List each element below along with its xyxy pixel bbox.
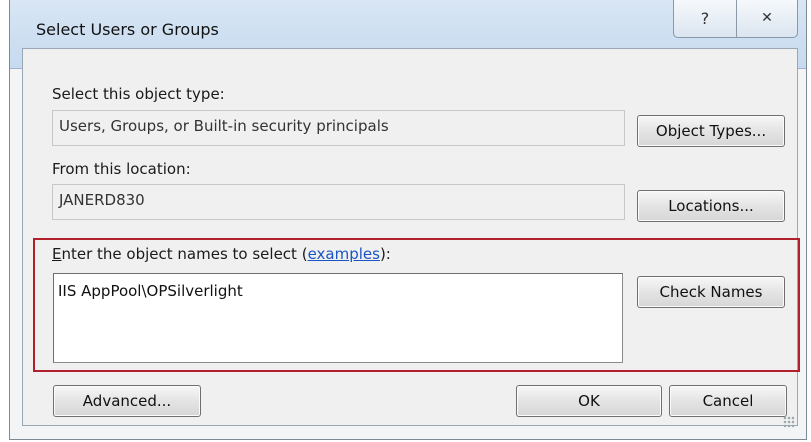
- location-value: JANERD830: [59, 191, 145, 209]
- object-types-button[interactable]: Object Types...: [637, 115, 785, 147]
- advanced-button[interactable]: Advanced...: [53, 385, 201, 417]
- resize-grip-icon[interactable]: [783, 416, 795, 428]
- location-label: From this location:: [52, 160, 191, 178]
- object-type-value: Users, Groups, or Built-in security prin…: [59, 117, 389, 135]
- object-type-field: Users, Groups, or Built-in security prin…: [52, 110, 625, 146]
- object-names-input[interactable]: [53, 273, 623, 363]
- location-field: JANERD830: [52, 184, 625, 220]
- help-icon: ?: [700, 8, 710, 28]
- object-names-label-suffix: ):: [379, 245, 391, 263]
- close-icon: ✕: [761, 10, 773, 26]
- examples-link[interactable]: examples: [308, 245, 380, 263]
- locations-button[interactable]: Locations...: [637, 190, 785, 222]
- object-names-label-text: Enter the object names to select (: [52, 245, 308, 263]
- cancel-button[interactable]: Cancel: [669, 385, 787, 417]
- object-names-label: Enter the object names to select (exampl…: [52, 245, 391, 263]
- check-names-button[interactable]: Check Names: [637, 276, 785, 308]
- ok-button[interactable]: OK: [516, 385, 662, 417]
- dialog-title: Select Users or Groups: [36, 20, 219, 39]
- close-button[interactable]: ✕: [736, 0, 798, 38]
- object-type-label: Select this object type:: [52, 85, 225, 103]
- help-button[interactable]: ?: [673, 0, 737, 38]
- dialog-client-area: [22, 48, 798, 426]
